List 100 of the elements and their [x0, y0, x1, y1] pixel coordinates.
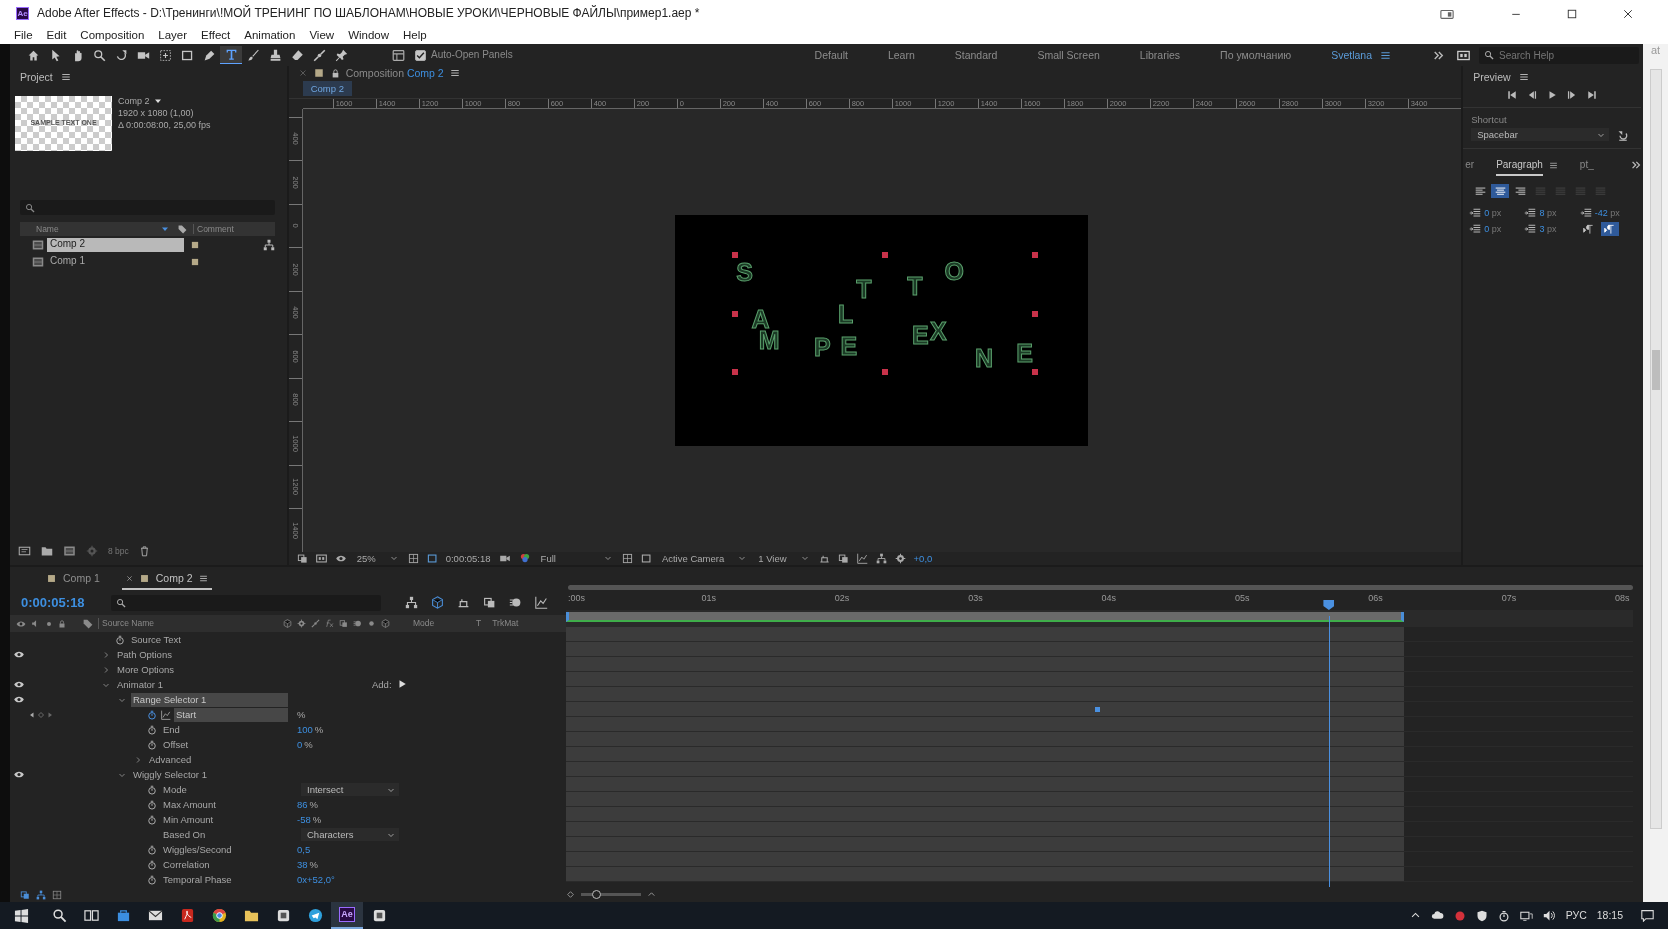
- selection-handle[interactable]: [882, 252, 889, 259]
- start-button[interactable]: [14, 908, 29, 923]
- bit-depth-button[interactable]: 8 bpc: [108, 545, 129, 557]
- stopwatch-icon[interactable]: [147, 739, 157, 750]
- next-keyframe-icon[interactable]: [46, 710, 54, 719]
- graph-editor-icon[interactable]: [535, 596, 548, 609]
- region-icon[interactable]: [426, 552, 438, 564]
- workspace-tab[interactable]: По умолчанию: [1200, 48, 1312, 62]
- auto-open-checkbox[interactable]: Auto-Open Panels: [415, 49, 513, 61]
- stopwatch-icon[interactable]: [147, 724, 157, 735]
- previous-frame-button[interactable]: [1527, 89, 1538, 100]
- motion-blur-icon[interactable]: [509, 596, 522, 609]
- camera-dropdown[interactable]: Active Camera: [659, 552, 749, 565]
- panel-menu-icon[interactable]: [1518, 72, 1529, 82]
- selection-handle[interactable]: [882, 369, 889, 376]
- frame-blending-icon[interactable]: [483, 596, 496, 609]
- delete-icon[interactable]: [138, 545, 150, 557]
- property-value[interactable]: 38: [297, 858, 308, 871]
- layer-search-field[interactable]: [111, 594, 381, 611]
- network-icon[interactable]: [1519, 909, 1533, 922]
- indent-value[interactable]: -42 px: [1594, 208, 1620, 219]
- visibility-icon[interactable]: [13, 679, 25, 690]
- project-search-field[interactable]: [20, 200, 275, 215]
- app-tray-icon[interactable]: [1453, 909, 1466, 922]
- monitor-icon[interactable]: [315, 552, 327, 564]
- text-direction-button[interactable]: [1600, 222, 1619, 237]
- menu-item[interactable]: Effect: [201, 28, 231, 43]
- property-name[interactable]: Start: [174, 707, 288, 722]
- workspace-tab[interactable]: Standard: [934, 48, 1018, 62]
- current-time[interactable]: 0:00:05:18: [21, 594, 101, 611]
- menu-item[interactable]: View: [309, 28, 335, 43]
- close-button[interactable]: [1622, 7, 1634, 20]
- timeline-tab[interactable]: Comp 2: [121, 572, 212, 590]
- new-folder-icon[interactable]: [41, 545, 53, 557]
- exposure-value[interactable]: +0,0: [913, 552, 933, 565]
- stopwatch-icon[interactable]: [115, 634, 125, 645]
- property-value[interactable]: 100: [297, 723, 313, 736]
- visibility-icon[interactable]: [13, 649, 25, 660]
- property-value[interactable]: 86: [297, 798, 308, 811]
- workspace-tab[interactable]: Libraries: [1119, 48, 1201, 62]
- project-item[interactable]: Comp 1: [47, 255, 184, 269]
- cloud-icon[interactable]: [1430, 909, 1444, 922]
- property-name[interactable]: Based On: [161, 827, 288, 842]
- stopwatch-icon[interactable]: [147, 859, 157, 870]
- playhead-handle[interactable]: [1323, 600, 1335, 610]
- search-help-field[interactable]: Search Help: [1479, 46, 1639, 64]
- shortcut-dropdown[interactable]: Spacebar: [1471, 128, 1610, 142]
- play-button[interactable]: [1547, 89, 1558, 100]
- taskbar-clock[interactable]: 18:15: [1596, 909, 1623, 922]
- flowchart-icon[interactable]: [262, 239, 275, 251]
- draft-3d-icon[interactable]: [431, 596, 444, 609]
- more-workspaces-icon[interactable]: [1433, 49, 1444, 61]
- stopwatch-icon[interactable]: [147, 709, 157, 720]
- property-name[interactable]: End: [161, 722, 288, 737]
- property-name[interactable]: Range Selector 1: [131, 692, 288, 707]
- property-name[interactable]: Wiggles/Second: [161, 842, 288, 857]
- property-name[interactable]: Mode: [161, 782, 288, 797]
- property-name[interactable]: Max Amount: [161, 797, 288, 812]
- zoom-in-icon[interactable]: [647, 890, 656, 899]
- zoom-slider[interactable]: [581, 893, 641, 896]
- flowchart-icon[interactable]: [875, 552, 887, 564]
- property-value[interactable]: 0,5: [297, 843, 311, 856]
- panel-tab[interactable]: pt_: [1579, 159, 1594, 177]
- menu-item[interactable]: Composition: [80, 28, 145, 43]
- selection-handle[interactable]: [1032, 369, 1039, 376]
- stopwatch-icon[interactable]: [147, 844, 157, 855]
- selection-handle[interactable]: [732, 252, 739, 259]
- in-out-icon[interactable]: [52, 889, 62, 900]
- keyframe-marker[interactable]: [1095, 707, 1101, 712]
- property-name[interactable]: Source Text: [129, 632, 288, 647]
- project-item[interactable]: Comp 2: [47, 238, 184, 252]
- indent-value[interactable]: 3 px: [1539, 224, 1557, 235]
- stopwatch-icon[interactable]: [147, 814, 157, 825]
- align-button[interactable]: [1491, 184, 1510, 199]
- workspace-tab[interactable]: Small Screen: [1017, 48, 1120, 62]
- property-name[interactable]: More Options: [115, 662, 288, 677]
- previous-keyframe-icon[interactable]: [28, 710, 36, 719]
- composition-panel-tab[interactable]: Composition Comp 2: [345, 67, 444, 80]
- panel-tab[interactable]: er: [1465, 159, 1475, 177]
- property-dropdown[interactable]: Characters: [301, 828, 399, 841]
- property-name[interactable]: Path Options: [115, 647, 288, 662]
- stopwatch-icon[interactable]: [147, 799, 157, 810]
- property-value[interactable]: 0x+52,0°: [297, 873, 335, 886]
- property-name[interactable]: Animator 1: [115, 677, 288, 692]
- more-panels-icon[interactable]: [1631, 160, 1641, 171]
- indent-value[interactable]: 0 px: [1484, 224, 1502, 235]
- property-name[interactable]: Offset: [161, 737, 288, 752]
- last-frame-button[interactable]: [1587, 89, 1598, 100]
- comp-flowchart-icon[interactable]: [405, 596, 418, 609]
- interpret-footage-icon[interactable]: [18, 545, 31, 557]
- language-indicator[interactable]: РУС: [1565, 909, 1587, 922]
- color-channels-icon[interactable]: [518, 552, 531, 565]
- after-effects-taskbar-button[interactable]: Ae: [331, 902, 363, 929]
- current-time[interactable]: 0:00:05:18: [445, 552, 491, 565]
- clock-icon[interactable]: [1497, 909, 1510, 922]
- property-dropdown[interactable]: Intersect: [301, 783, 399, 796]
- selection-handle[interactable]: [732, 369, 739, 376]
- volume-icon[interactable]: [1542, 909, 1556, 922]
- magnification-dropdown[interactable]: 25%: [354, 552, 400, 565]
- indent-value[interactable]: 8 px: [1539, 208, 1557, 219]
